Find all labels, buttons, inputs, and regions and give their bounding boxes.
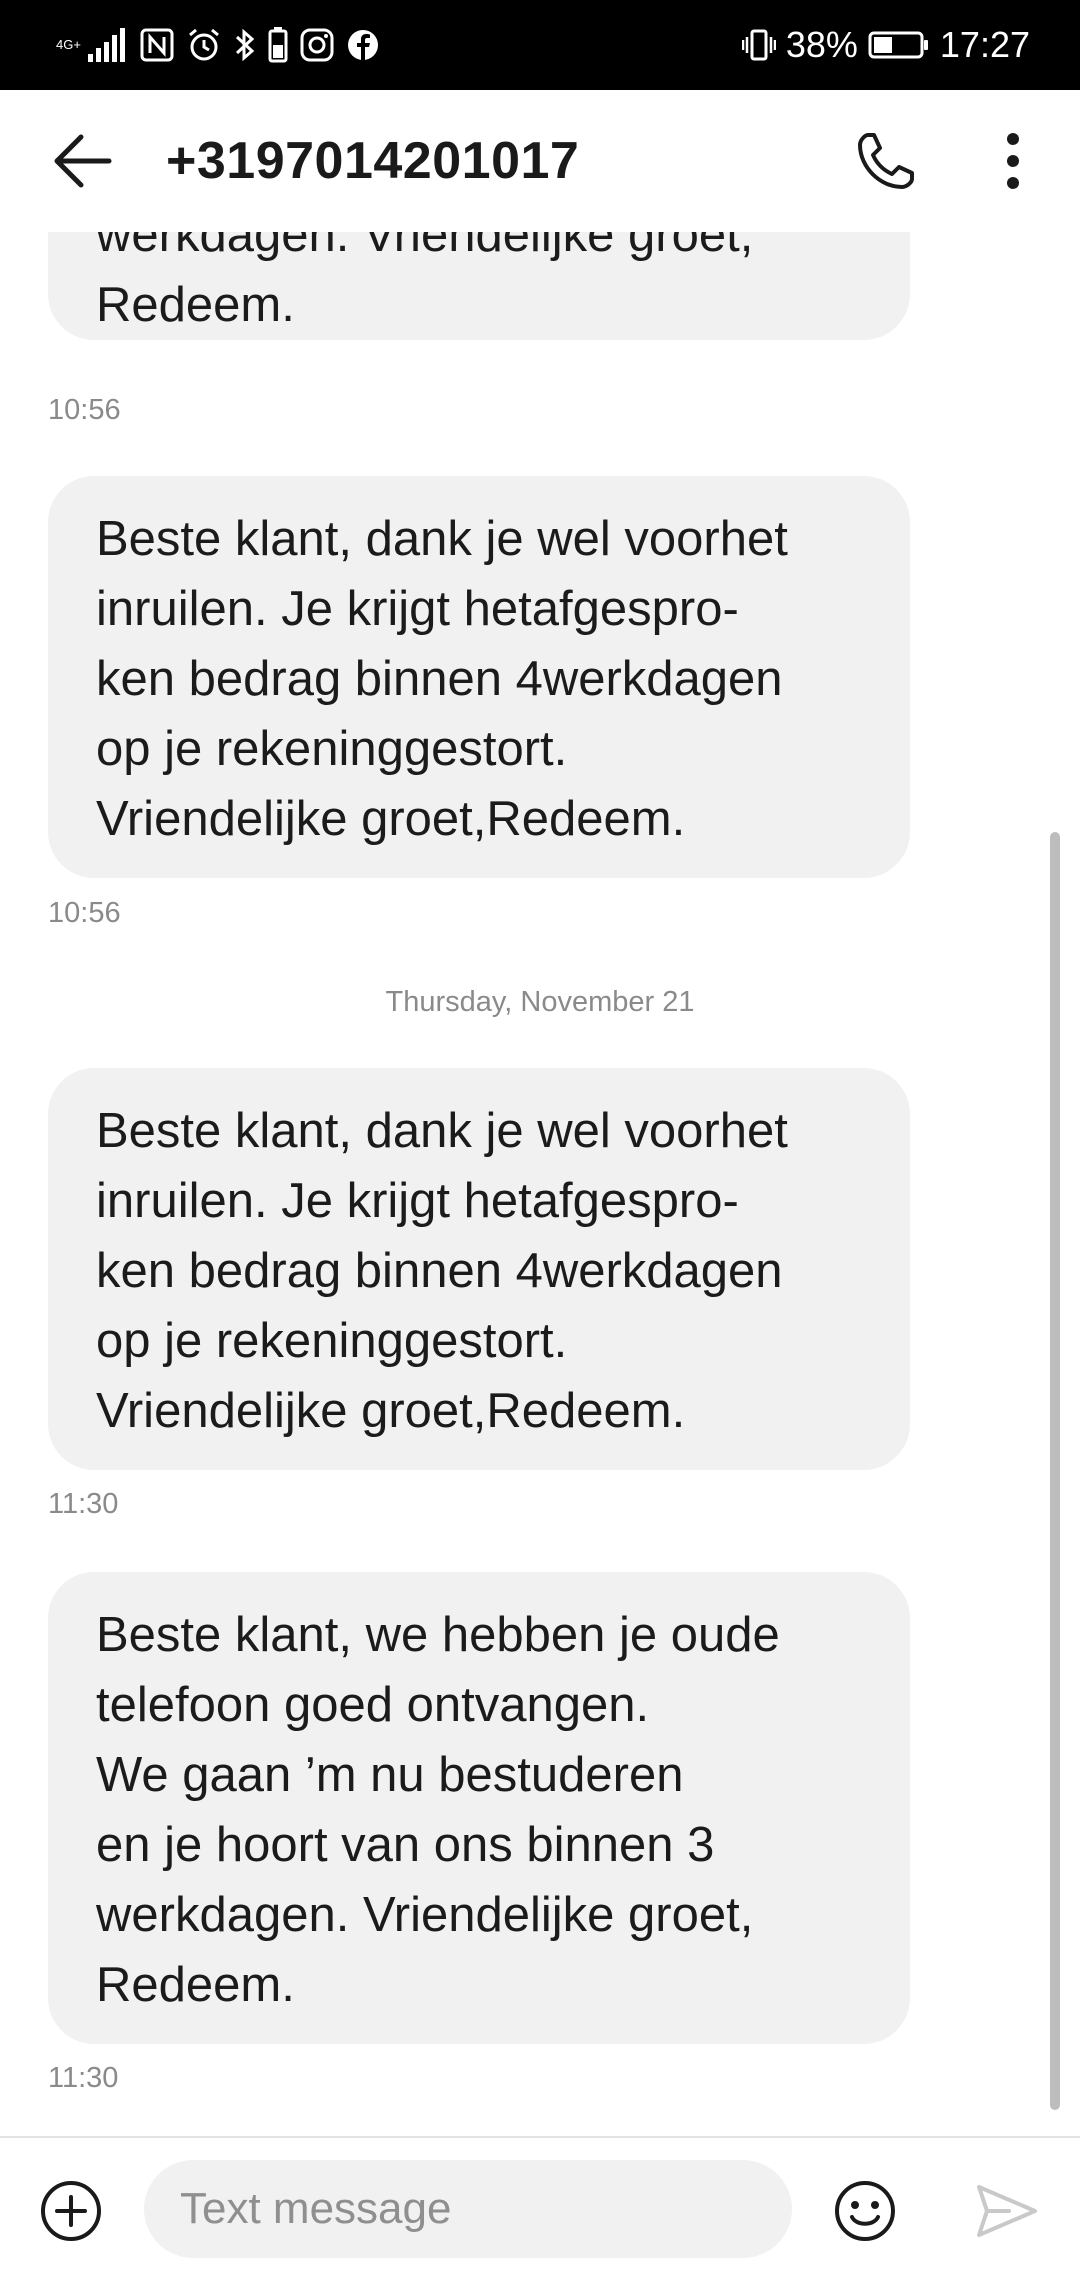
status-right-icons: 38% 17:27: [741, 22, 1030, 68]
message-text-line: op je rekeninggestort.: [96, 1314, 568, 1368]
nfc-icon: [140, 28, 174, 62]
message-timestamp: 10:56: [48, 897, 121, 929]
message-text-line: Redeem.: [96, 1958, 295, 2012]
message-timestamp: 11:30: [48, 2062, 119, 2094]
more-options-button[interactable]: [988, 124, 1038, 198]
clock-time: 17:27: [939, 24, 1030, 65]
message-list[interactable]: werkdagen. Vriendelijke groet, Redeem. 1…: [0, 232, 1080, 2136]
message-text-line: Beste klant, dank je wel voorhet: [96, 1104, 788, 1158]
battery-percentage: 38%: [785, 24, 858, 65]
back-button[interactable]: [44, 126, 122, 196]
message-text-line: ken bedrag binnen 4werkdagen: [96, 652, 783, 706]
message-text-line: werkdagen. Vriendelijke groet,: [96, 232, 754, 262]
message-text-line: ken bedrag binnen 4werkdagen: [96, 1244, 783, 1298]
network-type-label: 4G+: [56, 37, 81, 52]
date-divider: Thursday, November 21: [385, 986, 695, 1018]
scrollbar[interactable]: [1050, 832, 1060, 2110]
more-vertical-icon: [1007, 133, 1019, 189]
signal-icon: [88, 28, 128, 62]
facebook-icon: [346, 28, 380, 62]
message-bubble[interactable]: Beste klant, dank je wel voorhet inruile…: [48, 1068, 910, 1470]
message-text-line: inruilen. Je krijgt hetafgespro-: [96, 582, 739, 636]
message-text-line: werkdagen. Vriendelijke groet,: [96, 1888, 754, 1942]
alarm-icon: [186, 27, 222, 63]
status-bar: 4G+ 38% 17:27: [0, 0, 1080, 90]
message-timestamp: 10:56: [48, 394, 121, 426]
add-attachment-button[interactable]: [38, 2178, 104, 2244]
message-text-line: inruilen. Je krijgt hetafgespro-: [96, 1174, 739, 1228]
message-text-line: en je hoort van ons binnen 3: [96, 1818, 715, 1872]
message-bubble[interactable]: Beste klant, dank je wel voorhet inruile…: [48, 476, 910, 878]
status-left-icons: 4G+: [56, 22, 380, 68]
sms-conversation-screen: 4G+ 38% 17:27 +3197014201017 werkdagen. …: [0, 0, 1080, 2280]
message-text-line: Redeem.: [96, 278, 295, 332]
message-text-line: Vriendelijke groet,Redeem.: [96, 1384, 686, 1438]
call-button[interactable]: [846, 124, 926, 198]
message-bubble[interactable]: werkdagen. Vriendelijke groet, Redeem.: [48, 232, 910, 340]
message-input[interactable]: [144, 2160, 792, 2258]
instagram-icon: [300, 28, 334, 62]
message-timestamp: 11:30: [48, 1488, 119, 1520]
emoji-icon: [835, 2181, 895, 2241]
message-text-line: We gaan ’m nu bestuderen: [96, 1748, 684, 1802]
add-circle-icon: [41, 2181, 101, 2241]
battery-icon: [868, 30, 930, 60]
phone-icon: [858, 133, 914, 189]
bluetooth-icon: [234, 27, 256, 63]
send-icon: [977, 2185, 1037, 2237]
message-text-line: Beste klant, we hebben je oude: [96, 1608, 780, 1662]
message-text-line: Beste klant, dank je wel voorhet: [96, 512, 788, 566]
send-button[interactable]: [972, 2180, 1042, 2242]
message-text-line: op je rekeninggestort.: [96, 722, 568, 776]
message-text-line: Vriendelijke groet,Redeem.: [96, 792, 686, 846]
conversation-header: +3197014201017: [0, 90, 1080, 232]
emoji-button[interactable]: [830, 2176, 900, 2246]
compose-bar: [0, 2136, 1080, 2280]
message-bubble[interactable]: Beste klant, we hebben je oude telefoon …: [48, 1572, 910, 2044]
contact-phone-number: +3197014201017: [166, 132, 580, 190]
back-arrow-icon: [54, 134, 112, 188]
vibrate-icon: [741, 28, 776, 62]
message-text-line: telefoon goed ontvangen.: [96, 1678, 650, 1732]
battery-saver-icon: [268, 27, 288, 63]
